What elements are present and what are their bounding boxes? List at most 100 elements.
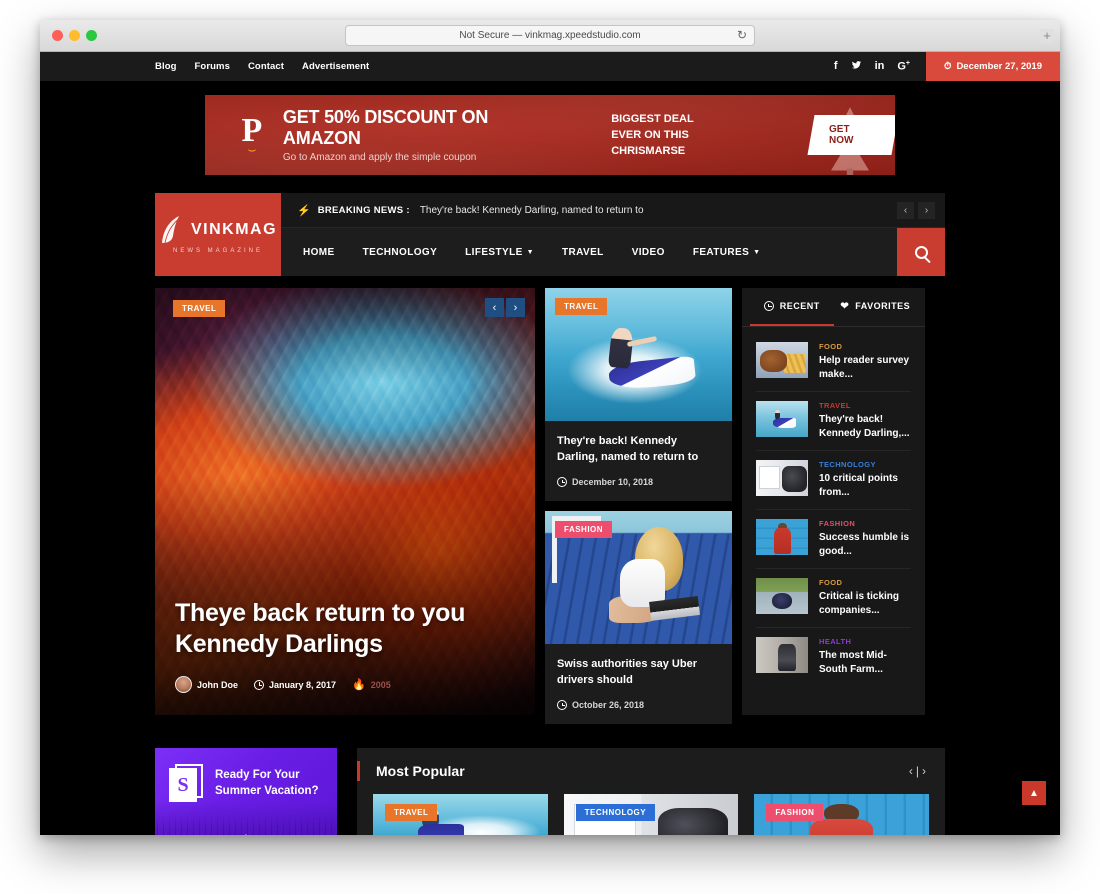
popular-card-fashion[interactable]: FASHION	[754, 794, 930, 835]
list-item[interactable]: FOOD Critical is ticking companies...	[756, 569, 911, 628]
maximize-window-button[interactable]	[86, 30, 97, 41]
tab-recent[interactable]: RECENT	[750, 288, 834, 326]
nav-item-technology[interactable]: TECHNOLOGY	[363, 247, 438, 258]
nav-item-video[interactable]: VIDEO	[632, 247, 665, 258]
hero-next-button[interactable]: ›	[506, 298, 525, 317]
promo-line1: Ready For Your	[215, 769, 300, 781]
hero-prev-button[interactable]: ‹	[485, 298, 504, 317]
card-title[interactable]: They're back! Kennedy Darling, named to …	[557, 433, 720, 465]
new-tab-button[interactable]: +	[1040, 29, 1054, 43]
bolt-icon: ⚡	[297, 204, 311, 217]
top-link-blog[interactable]: Blog	[155, 61, 177, 72]
bottom-section: S Ready For Your Summer Vacation? Most P…	[155, 748, 945, 835]
close-window-button[interactable]	[52, 30, 63, 41]
list-item[interactable]: TRAVEL They're back! Kennedy Darling,...	[756, 392, 911, 451]
feather-icon	[161, 216, 181, 244]
breaking-prev-button[interactable]: ‹	[897, 201, 914, 219]
popular-card-technology[interactable]: TECHNOLOGY	[563, 794, 739, 835]
recent-favorites-widget: RECENT ❤ FAVORITES FOOD Help reader surv…	[742, 288, 925, 715]
nav-label-technology: TECHNOLOGY	[362, 246, 438, 258]
list-item-category[interactable]: HEALTH	[819, 637, 911, 646]
popular-card-category-label: FASHION	[766, 804, 824, 821]
article-card-fashion[interactable]: FASHION Swiss authorities say Uber drive…	[545, 511, 732, 724]
list-item[interactable]: FOOD Help reader survey make...	[756, 333, 911, 392]
promo-content: S Ready For Your Summer Vacation?	[155, 748, 337, 802]
card-title[interactable]: Swiss authorities say Uber drivers shoul…	[557, 656, 720, 688]
ad-get-now-button[interactable]: GET NOW	[807, 115, 895, 155]
nav-label-home: HOME	[303, 246, 335, 258]
address-bar[interactable]: Not Secure — vinkmag.xpeedstudio.com ↻	[345, 25, 755, 46]
amazon-ad-banner[interactable]: P ⌣ GET 50% DISCOUNT ON AMAZON Go to Ama…	[205, 95, 895, 175]
clock-icon	[557, 700, 567, 710]
popular-prev-button[interactable]: ‹	[909, 764, 916, 778]
ad-subline: Go to Amazon and apply the simple coupon	[282, 152, 477, 163]
breaking-next-button[interactable]: ›	[918, 201, 935, 219]
card-image-fashion: FASHION	[545, 511, 732, 644]
nav-list: HOME TECHNOLOGY LIFESTYLE ▼ TRAVEL VIDEO …	[281, 247, 761, 258]
hero-category-badge[interactable]: TRAVEL	[173, 298, 226, 317]
top-link-forums[interactable]: Forums	[195, 61, 230, 72]
popular-card-badge-fashion[interactable]: FASHION	[766, 802, 824, 821]
list-item-text: FASHION Success humble is good...	[819, 519, 911, 559]
nav-item-travel[interactable]: TRAVEL	[562, 247, 604, 258]
site-logo[interactable]: VINKMAG NEWS MAGAZINE	[155, 193, 281, 276]
hero-title[interactable]: Theye back return to you Kennedy Darling…	[175, 598, 515, 660]
hero-article[interactable]: TRAVEL ‹ › Theye back return to you Kenn…	[155, 288, 535, 715]
popular-card-badge-technology[interactable]: TECHNOLOGY	[575, 802, 656, 821]
popular-card-travel[interactable]: TRAVEL	[373, 794, 548, 835]
top-right-group: f in G+ ⏱ December 27, 2019	[834, 52, 1060, 81]
list-item[interactable]: TECHNOLOGY 10 critical points from...	[756, 451, 911, 510]
facebook-icon[interactable]: f	[834, 61, 838, 72]
list-item-category[interactable]: TECHNOLOGY	[819, 460, 911, 469]
ad-button-label: GET NOW	[829, 124, 854, 146]
popular-card-badge-travel[interactable]: TRAVEL	[385, 802, 438, 821]
card-category-badge-fashion[interactable]: FASHION	[555, 519, 613, 538]
article-card-travel[interactable]: TRAVEL They're back! Kennedy Darling, na…	[545, 288, 732, 501]
google-plus-icon[interactable]: G+	[897, 60, 910, 73]
linkedin-icon[interactable]: in	[875, 61, 885, 72]
list-item-category[interactable]: FASHION	[819, 519, 911, 528]
list-item-category[interactable]: FOOD	[819, 342, 911, 351]
list-item-title[interactable]: Help reader survey make...	[819, 354, 911, 382]
breaking-news-text[interactable]: They're back! Kennedy Darling, named to …	[420, 205, 644, 216]
list-item[interactable]: HEALTH The most Mid-South Farm...	[756, 628, 911, 686]
list-item-title[interactable]: Critical is ticking companies...	[819, 590, 911, 618]
list-item-thumbnail	[756, 637, 808, 673]
flame-icon: 🔥	[352, 679, 366, 691]
most-popular-nav: ‹|›	[909, 764, 929, 778]
chevron-down-icon: ▼	[753, 248, 761, 256]
nav-item-home[interactable]: HOME	[303, 247, 335, 258]
list-item-text: TECHNOLOGY 10 critical points from...	[819, 460, 911, 500]
search-button[interactable]	[897, 228, 945, 276]
minimize-window-button[interactable]	[69, 30, 80, 41]
ad-headline: GET 50% DISCOUNT ON AMAZON	[282, 107, 489, 148]
browser-window: Not Secure — vinkmag.xpeedstudio.com ↻ +…	[40, 20, 1060, 835]
card-category-label: FASHION	[555, 521, 613, 538]
window-controls[interactable]	[52, 30, 97, 41]
list-item-title[interactable]: Success humble is good...	[819, 531, 911, 559]
card-date-text: October 26, 2018	[572, 700, 645, 710]
list-item-thumbnail	[756, 342, 808, 378]
list-item-title[interactable]: They're back! Kennedy Darling,...	[819, 413, 911, 441]
tab-favorites[interactable]: ❤ FAVORITES	[834, 288, 918, 326]
scroll-to-top-button[interactable]: ▲	[1022, 781, 1046, 805]
reload-icon[interactable]: ↻	[737, 28, 747, 42]
hero-views: 🔥 2005	[352, 678, 391, 691]
list-item-category[interactable]: FOOD	[819, 578, 911, 587]
card-date-text: December 10, 2018	[572, 477, 654, 487]
card-category-badge-travel[interactable]: TRAVEL	[555, 296, 608, 315]
twitter-icon[interactable]	[851, 60, 862, 73]
nav-item-lifestyle[interactable]: LIFESTYLE ▼	[465, 247, 534, 258]
list-item-title[interactable]: 10 critical points from...	[819, 472, 911, 500]
card-body-travel: They're back! Kennedy Darling, named to …	[545, 421, 732, 501]
list-item-category[interactable]: TRAVEL	[819, 401, 911, 410]
top-link-contact[interactable]: Contact	[248, 61, 284, 72]
nav-item-features[interactable]: FEATURES ▼	[693, 247, 761, 258]
top-link-advertisement[interactable]: Advertisement	[302, 61, 369, 72]
card-date: December 10, 2018	[557, 477, 720, 487]
list-item-title[interactable]: The most Mid-South Farm...	[819, 649, 911, 677]
popular-next-button[interactable]: ›	[922, 764, 929, 778]
promo-banner[interactable]: S Ready For Your Summer Vacation?	[155, 748, 337, 835]
hero-author[interactable]: John Doe	[175, 676, 238, 693]
list-item[interactable]: FASHION Success humble is good...	[756, 510, 911, 569]
